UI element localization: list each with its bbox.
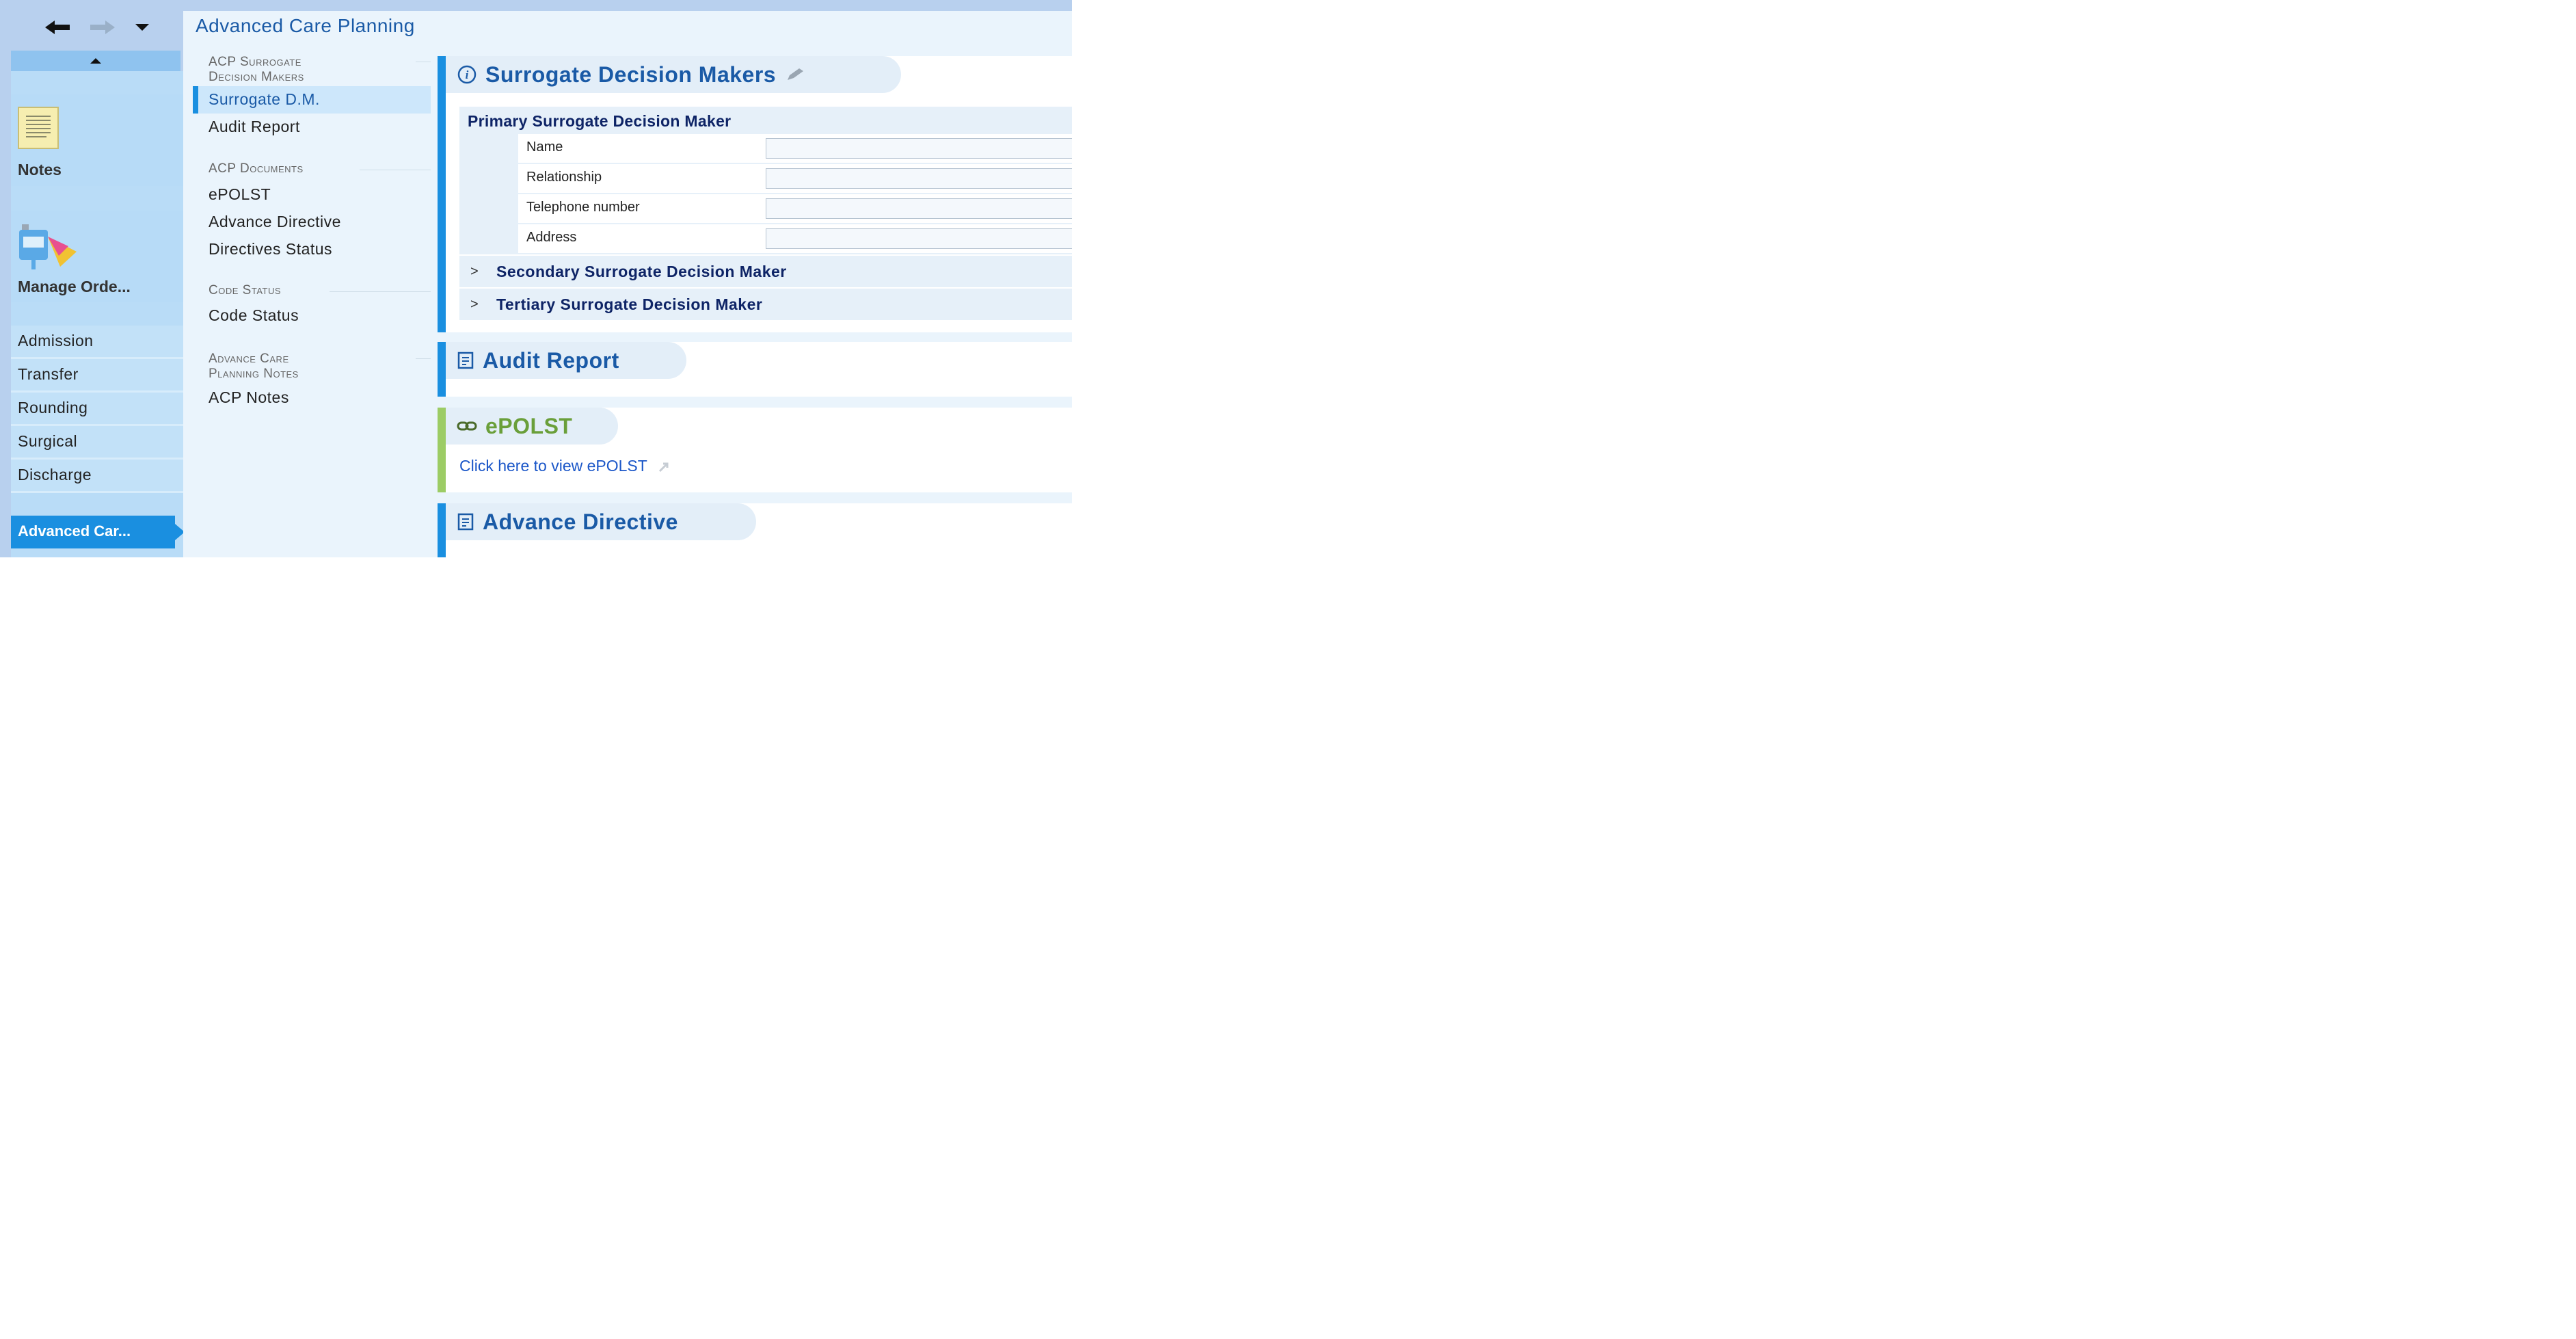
- nav-item-admission[interactable]: Admission: [11, 326, 183, 359]
- primary-surrogate-title: Primary Surrogate Decision Maker: [468, 112, 732, 130]
- audit-report-title: Audit Report: [483, 347, 619, 373]
- primary-surrogate-panel: Primary Surrogate Decision Maker Name Re…: [459, 107, 1072, 254]
- field-label: Name: [526, 140, 563, 155]
- address-input[interactable]: [766, 228, 1072, 249]
- divider: [416, 358, 431, 359]
- name-input[interactable]: [766, 138, 1072, 159]
- left-panel: Notes Manage Orde... Admission Transfer …: [11, 71, 183, 557]
- field-label: Relationship: [526, 170, 602, 185]
- nav-item-label: Admission: [18, 332, 94, 349]
- section-link-epolst[interactable]: ePOLST: [209, 185, 271, 204]
- tertiary-surrogate-toggle[interactable]: > Tertiary Surrogate Decision Maker: [459, 289, 1072, 320]
- epolst-section: ePOLST Click here to view ePOLST: [438, 408, 1072, 492]
- app-window: Notes Manage Orde... Admission Transfer …: [0, 0, 1072, 557]
- external-link-icon: [658, 462, 669, 473]
- tertiary-surrogate-title: Tertiary Surrogate Decision Maker: [496, 295, 763, 313]
- secondary-surrogate-toggle[interactable]: > Secondary Surrogate Decision Maker: [459, 256, 1072, 287]
- divider: [330, 291, 431, 292]
- nav-item-label: Transfer: [18, 365, 79, 383]
- content-pane: i Surrogate Decision Makers Primary Surr…: [431, 51, 1072, 557]
- epolst-header: ePOLST: [446, 408, 618, 445]
- main-area: Advanced Care Planning ACP Surrogate Deci…: [183, 11, 1072, 557]
- section-link-acp-notes[interactable]: ACP Notes: [209, 388, 289, 407]
- back-arrow-icon[interactable]: [42, 12, 72, 42]
- advance-directive-title: Advance Directive: [483, 509, 678, 534]
- nav-item-advanced-care-planning[interactable]: Advanced Car...: [11, 516, 185, 548]
- group-header-acp-surrogate: ACP Surrogate Decision Makers: [209, 55, 304, 84]
- page-title: Advanced Care Planning: [196, 15, 415, 36]
- nav-item-discharge[interactable]: Discharge: [11, 460, 183, 493]
- left-navigation: Notes Manage Orde... Admission Transfer …: [0, 0, 185, 557]
- secondary-surrogate-title: Secondary Surrogate Decision Maker: [496, 263, 787, 280]
- caret-up-icon: [90, 58, 101, 64]
- forward-arrow-icon[interactable]: [88, 12, 118, 42]
- field-label: Telephone number: [526, 200, 640, 215]
- surrogate-section: i Surrogate Decision Makers Primary Surr…: [438, 56, 1072, 332]
- chevron-right-icon: >: [470, 297, 479, 312]
- section-link-code-status[interactable]: Code Status: [209, 306, 299, 325]
- surrogate-section-title: Surrogate Decision Makers: [485, 62, 777, 87]
- field-label: Address: [526, 230, 577, 245]
- audit-report-section: Audit Report: [438, 342, 1072, 397]
- nav-item-surgical[interactable]: Surgical: [11, 426, 183, 460]
- relationship-input[interactable]: [766, 168, 1072, 189]
- page-header: Advanced Care Planning: [183, 11, 1072, 51]
- link-icon: [457, 421, 477, 431]
- surrogate-section-header: i Surrogate Decision Makers: [446, 56, 901, 93]
- notes-label: Notes: [18, 161, 62, 178]
- notes-tile[interactable]: Notes: [11, 94, 183, 186]
- telephone-input[interactable]: [766, 198, 1072, 219]
- field-row-telephone: Telephone number: [518, 194, 1072, 224]
- field-row-relationship: Relationship: [518, 164, 1072, 194]
- scroll-up-button[interactable]: [11, 51, 180, 71]
- advance-directive-header: Advance Directive: [446, 503, 756, 540]
- field-row-address: Address: [518, 224, 1072, 254]
- history-nav: [11, 0, 182, 51]
- nav-item-label: Surgical: [18, 432, 78, 450]
- document-icon: [457, 352, 474, 369]
- group-header-code-status: Code Status: [209, 283, 282, 297]
- section-link-advance-directive[interactable]: Advance Directive: [209, 213, 341, 231]
- iv-bag-icon: [18, 222, 83, 272]
- history-dropdown-icon[interactable]: [127, 12, 157, 42]
- document-icon: [457, 513, 474, 531]
- view-epolst-link-text: Click here to view ePOLST: [459, 457, 647, 475]
- audit-report-header: Audit Report: [446, 342, 686, 379]
- selected-bar: [193, 86, 198, 114]
- section-link-surrogate[interactable]: Surrogate D.M.: [209, 90, 320, 109]
- field-row-name: Name: [518, 134, 1072, 164]
- section-link-audit-report[interactable]: Audit Report: [209, 118, 300, 136]
- group-header-acp-documents: ACP Documents: [209, 161, 304, 176]
- manage-orders-tile[interactable]: Manage Orde...: [11, 211, 183, 302]
- nav-item-label: Discharge: [18, 466, 92, 483]
- nav-item-transfer[interactable]: Transfer: [11, 359, 183, 393]
- nav-item-label: Advanced Car...: [18, 522, 131, 540]
- section-link-directives-status[interactable]: Directives Status: [209, 240, 332, 258]
- edit-pencil-icon[interactable]: [786, 67, 806, 82]
- notes-icon: [18, 107, 59, 149]
- info-icon: i: [457, 65, 477, 84]
- nav-item-label: Rounding: [18, 399, 88, 416]
- svg-text:i: i: [466, 68, 469, 81]
- view-epolst-link[interactable]: Click here to view ePOLST: [459, 457, 672, 475]
- manage-orders-label: Manage Orde...: [18, 278, 131, 295]
- advance-directive-section: Advance Directive: [438, 503, 1072, 557]
- epolst-title: ePOLST: [485, 413, 573, 438]
- group-header-acp-notes: Advance Care Planning Notes: [209, 352, 299, 381]
- section-navigator: ACP Surrogate Decision Makers Surrogate D…: [183, 51, 431, 557]
- chevron-right-icon: >: [470, 264, 479, 279]
- nav-item-rounding[interactable]: Rounding: [11, 393, 183, 426]
